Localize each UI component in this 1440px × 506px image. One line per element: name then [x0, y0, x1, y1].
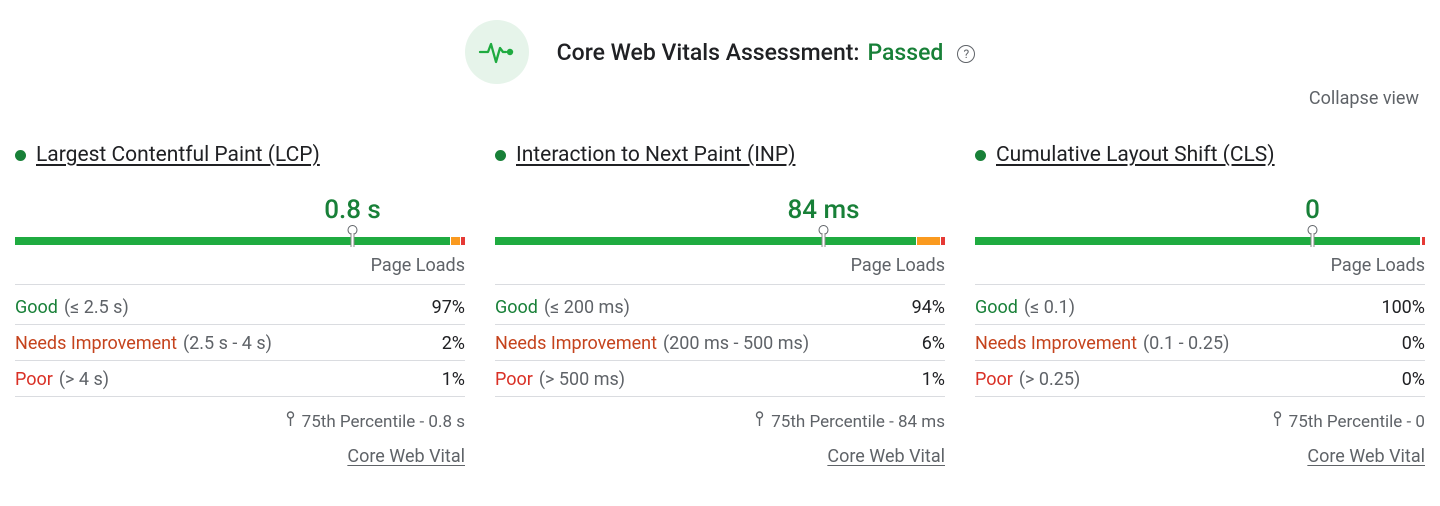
- p75-marker-icon: [822, 228, 825, 246]
- row-range-poor: (> 500 ms): [539, 369, 625, 390]
- row-range-poor: (> 0.25): [1019, 369, 1080, 390]
- page-loads-header: Page Loads: [975, 255, 1425, 285]
- page-loads-header: Page Loads: [15, 255, 465, 285]
- row-value-good: 100%: [1381, 297, 1425, 318]
- bar-segment-good: [975, 237, 1420, 245]
- bar-segment-poor: [941, 237, 945, 245]
- metrics-container: Largest Contentful Paint (LCP) 0.8 s Pag…: [15, 143, 1425, 467]
- metric-title-link[interactable]: Interaction to Next Paint (INP): [516, 143, 795, 167]
- row-value-ni: 6%: [922, 333, 945, 354]
- row-range-good: (≤ 0.1): [1024, 297, 1075, 318]
- bar-segment-good: [495, 237, 916, 245]
- row-range-good: (≤ 2.5 s): [64, 297, 129, 318]
- pin-icon: [1272, 411, 1283, 432]
- status-dot-icon: [495, 150, 506, 161]
- row-label-good: Good: [495, 297, 538, 318]
- bar-segment-poor: [1422, 237, 1425, 245]
- row-poor: Poor (> 0.25) 0%: [975, 361, 1425, 397]
- row-label-poor: Poor: [975, 369, 1013, 390]
- row-label-good: Good: [15, 297, 58, 318]
- p75-marker-icon: [351, 228, 354, 246]
- status-dot-icon: [975, 150, 986, 161]
- row-label-poor: Poor: [495, 369, 533, 390]
- metric-title-link[interactable]: Largest Contentful Paint (LCP): [36, 143, 320, 167]
- bar-segment-ni: [451, 237, 460, 245]
- row-range-ni: (200 ms - 500 ms): [663, 333, 809, 354]
- row-good: Good (≤ 0.1) 100%: [975, 289, 1425, 325]
- bar-segment-poor: [461, 237, 465, 245]
- metric-header: Cumulative Layout Shift (CLS): [975, 143, 1425, 167]
- assessment-header: Core Web Vitals Assessment: Passed ?: [15, 20, 1425, 84]
- core-web-vital-link[interactable]: Core Web Vital: [495, 446, 945, 467]
- metric-value: 0.8 s: [324, 195, 381, 225]
- p75-text: 75th Percentile - 84 ms: [771, 412, 945, 432]
- p75-text: 75th Percentile - 0.8 s: [302, 412, 465, 432]
- metric-value-row: 84 ms: [495, 181, 945, 229]
- row-value-ni: 2%: [442, 333, 465, 354]
- row-label-good: Good: [975, 297, 1018, 318]
- distribution-bar: [975, 229, 1425, 249]
- collapse-row: Collapse view: [15, 88, 1425, 109]
- pin-icon: [754, 411, 765, 432]
- row-label-ni: Needs Improvement: [495, 333, 657, 354]
- row-value-good: 94%: [912, 297, 945, 318]
- help-icon[interactable]: ?: [957, 45, 975, 63]
- row-range-good: (≤ 200 ms): [544, 297, 630, 318]
- metric-title-link[interactable]: Cumulative Layout Shift (CLS): [996, 143, 1275, 167]
- row-value-poor: 1%: [922, 369, 945, 390]
- row-value-good: 97%: [432, 297, 465, 318]
- row-ni: Needs Improvement (200 ms - 500 ms) 6%: [495, 325, 945, 361]
- assessment-status: Passed: [867, 39, 943, 66]
- row-poor: Poor (> 500 ms) 1%: [495, 361, 945, 397]
- core-web-vital-link[interactable]: Core Web Vital: [15, 446, 465, 467]
- metric-value-row: 0.8 s: [15, 181, 465, 229]
- row-good: Good (≤ 200 ms) 94%: [495, 289, 945, 325]
- pulse-icon: [465, 20, 529, 84]
- row-poor: Poor (> 4 s) 1%: [15, 361, 465, 397]
- assessment-title: Core Web Vitals Assessment:: [557, 39, 860, 66]
- row-range-poor: (> 4 s): [59, 369, 109, 390]
- metric-value: 0: [1305, 195, 1320, 225]
- core-web-vital-link[interactable]: Core Web Vital: [975, 446, 1425, 467]
- status-dot-icon: [15, 150, 26, 161]
- p75-row: 75th Percentile - 84 ms: [495, 411, 945, 432]
- bar-segment-ni: [917, 237, 939, 245]
- distribution-bar: [15, 229, 465, 249]
- row-label-poor: Poor: [15, 369, 53, 390]
- assessment-title-row: Core Web Vitals Assessment: Passed ?: [557, 39, 976, 66]
- pin-icon: [285, 411, 296, 432]
- bar-segment-good: [15, 237, 450, 245]
- metric-inp: Interaction to Next Paint (INP) 84 ms Pa…: [495, 143, 945, 467]
- row-good: Good (≤ 2.5 s) 97%: [15, 289, 465, 325]
- metric-header: Interaction to Next Paint (INP): [495, 143, 945, 167]
- row-value-ni: 0%: [1402, 333, 1425, 354]
- p75-row: 75th Percentile - 0: [975, 411, 1425, 432]
- metric-value: 84 ms: [787, 195, 859, 225]
- distribution-bar: [495, 229, 945, 249]
- metric-header: Largest Contentful Paint (LCP): [15, 143, 465, 167]
- row-ni: Needs Improvement (0.1 - 0.25) 0%: [975, 325, 1425, 361]
- p75-row: 75th Percentile - 0.8 s: [15, 411, 465, 432]
- p75-text: 75th Percentile - 0: [1289, 412, 1425, 432]
- row-range-ni: (2.5 s - 4 s): [183, 333, 272, 354]
- metric-value-row: 0: [975, 181, 1425, 229]
- metric-lcp: Largest Contentful Paint (LCP) 0.8 s Pag…: [15, 143, 465, 467]
- row-label-ni: Needs Improvement: [15, 333, 177, 354]
- row-label-ni: Needs Improvement: [975, 333, 1137, 354]
- page-loads-header: Page Loads: [495, 255, 945, 285]
- p75-marker-icon: [1311, 228, 1314, 246]
- row-range-ni: (0.1 - 0.25): [1143, 333, 1229, 354]
- row-value-poor: 0%: [1402, 369, 1425, 390]
- metric-cls: Cumulative Layout Shift (CLS) 0 Page Loa…: [975, 143, 1425, 467]
- row-value-poor: 1%: [442, 369, 465, 390]
- row-ni: Needs Improvement (2.5 s - 4 s) 2%: [15, 325, 465, 361]
- collapse-view-link[interactable]: Collapse view: [1309, 88, 1419, 109]
